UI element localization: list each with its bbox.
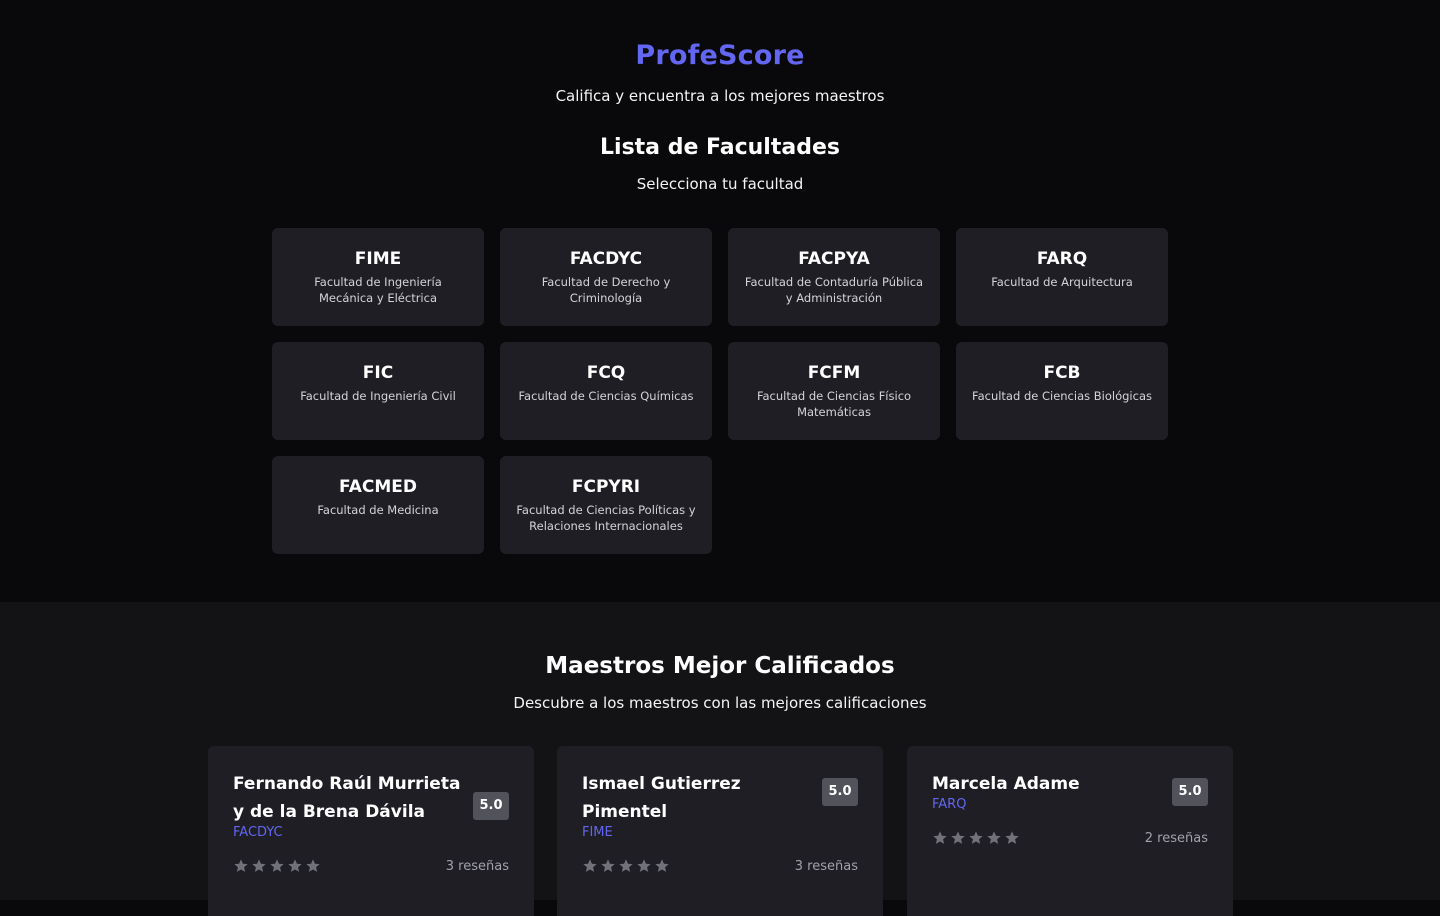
star-icon	[618, 858, 634, 874]
star-icon	[932, 830, 948, 846]
star-rating	[932, 830, 1020, 846]
faculty-card-fcq[interactable]: FCQ Facultad de Ciencias Químicas	[500, 342, 712, 440]
faculty-card-fcb[interactable]: FCB Facultad de Ciencias Biológicas	[956, 342, 1168, 440]
star-icon	[305, 858, 321, 874]
teacher-name: Fernando Raúl Murrieta y de la Brena Dáv…	[233, 774, 461, 822]
review-count: 3 reseñas	[445, 858, 509, 874]
faculty-code: FCPYRI	[571, 477, 641, 497]
faculty-grid: FIME Facultad de Ingeniería Mecánica y E…	[272, 228, 1168, 554]
teacher-card[interactable]: Ismael Gutierrez Pimentel FIME 5.0 3 res…	[557, 746, 883, 916]
faculty-code: FACPYA	[798, 249, 870, 269]
star-rating	[233, 858, 321, 874]
faculty-name: Facultad de Ingeniería Civil	[300, 389, 456, 403]
faculty-name: Facultad de Ciencias Químicas	[518, 389, 694, 403]
star-icon	[251, 858, 267, 874]
faculty-card-facmed[interactable]: FACMED Facultad de Medicina	[272, 456, 484, 554]
star-icon	[986, 830, 1002, 846]
faculty-card-fcfm[interactable]: FCFM Facultad de Ciencias Físico Matemát…	[728, 342, 940, 440]
faculty-code: FIME	[354, 249, 402, 269]
teacher-faculty-link[interactable]: FARQ	[932, 796, 1160, 814]
star-icon	[654, 858, 670, 874]
star-icon	[269, 858, 285, 874]
faculty-name: Facultad de Derecho y Criminología	[541, 275, 671, 305]
faculties-title: Lista de Facultades	[600, 135, 840, 160]
faculty-name: Facultad de Ciencias Políticas y Relacio…	[516, 503, 696, 533]
teacher-cards: Fernando Raúl Murrieta y de la Brena Dáv…	[208, 746, 1233, 916]
star-icon	[968, 830, 984, 846]
star-icon	[1004, 830, 1020, 846]
brand-logo[interactable]: ProfeScore	[0, 40, 1440, 71]
review-count: 3 reseñas	[794, 858, 858, 874]
faculty-code: FCFM	[807, 363, 861, 383]
star-rating	[582, 858, 670, 874]
star-icon	[600, 858, 616, 874]
score-badge: 5.0	[473, 792, 509, 820]
faculty-name: Facultad de Medicina	[317, 503, 439, 517]
star-icon	[950, 830, 966, 846]
faculty-code: FIC	[362, 363, 394, 383]
star-icon	[233, 858, 249, 874]
faculty-code: FARQ	[1036, 249, 1088, 269]
star-icon	[582, 858, 598, 874]
faculty-card-fime[interactable]: FIME Facultad de Ingeniería Mecánica y E…	[272, 228, 484, 326]
top-teachers-subtitle: Descubre a los maestros con las mejores …	[513, 694, 927, 712]
teacher-faculty-link[interactable]: FIME	[582, 824, 810, 842]
faculty-code: FACMED	[339, 477, 417, 497]
review-count: 2 reseñas	[1144, 830, 1208, 846]
teacher-card[interactable]: Marcela Adame FARQ 5.0 2 reseñas	[907, 746, 1233, 916]
teacher-name: Ismael Gutierrez Pimentel	[582, 774, 741, 822]
faculty-card-farq[interactable]: FARQ Facultad de Arquitectura	[956, 228, 1168, 326]
faculty-card-fcpyri[interactable]: FCPYRI Facultad de Ciencias Políticas y …	[500, 456, 712, 554]
teacher-faculty-link[interactable]: FACDYC	[233, 824, 461, 842]
score-badge: 5.0	[822, 778, 858, 806]
faculty-card-facdyc[interactable]: FACDYC Facultad de Derecho y Criminologí…	[500, 228, 712, 326]
faculty-name: Facultad de Ciencias Biológicas	[972, 389, 1152, 403]
top-teachers-section: Maestros Mejor Calificados Descubre a lo…	[0, 602, 1440, 916]
faculty-code: FACDYC	[569, 249, 643, 269]
teacher-name: Marcela Adame	[932, 774, 1080, 794]
faculty-name: Facultad de Contaduría Pública y Adminis…	[744, 275, 924, 305]
faculty-name: Facultad de Arquitectura	[991, 275, 1133, 289]
score-badge: 5.0	[1172, 778, 1208, 806]
faculties-subtitle: Selecciona tu facultad	[636, 175, 804, 193]
tagline: Califica y encuentra a los mejores maest…	[555, 87, 885, 105]
faculty-card-facpya[interactable]: FACPYA Facultad de Contaduría Pública y …	[728, 228, 940, 326]
top-teachers-title: Maestros Mejor Calificados	[545, 653, 895, 679]
faculty-code: FCB	[1043, 363, 1081, 383]
faculty-name: Facultad de Ingeniería Mecánica y Eléctr…	[314, 275, 442, 305]
faculties-section: ProfeScore Califica y encuentra a los me…	[0, 0, 1440, 602]
faculty-card-fic[interactable]: FIC Facultad de Ingeniería Civil	[272, 342, 484, 440]
faculty-name: Facultad de Ciencias Físico Matemáticas	[756, 389, 912, 419]
teacher-card[interactable]: Fernando Raúl Murrieta y de la Brena Dáv…	[208, 746, 534, 916]
star-icon	[287, 858, 303, 874]
faculty-code: FCQ	[586, 363, 626, 383]
star-icon	[636, 858, 652, 874]
